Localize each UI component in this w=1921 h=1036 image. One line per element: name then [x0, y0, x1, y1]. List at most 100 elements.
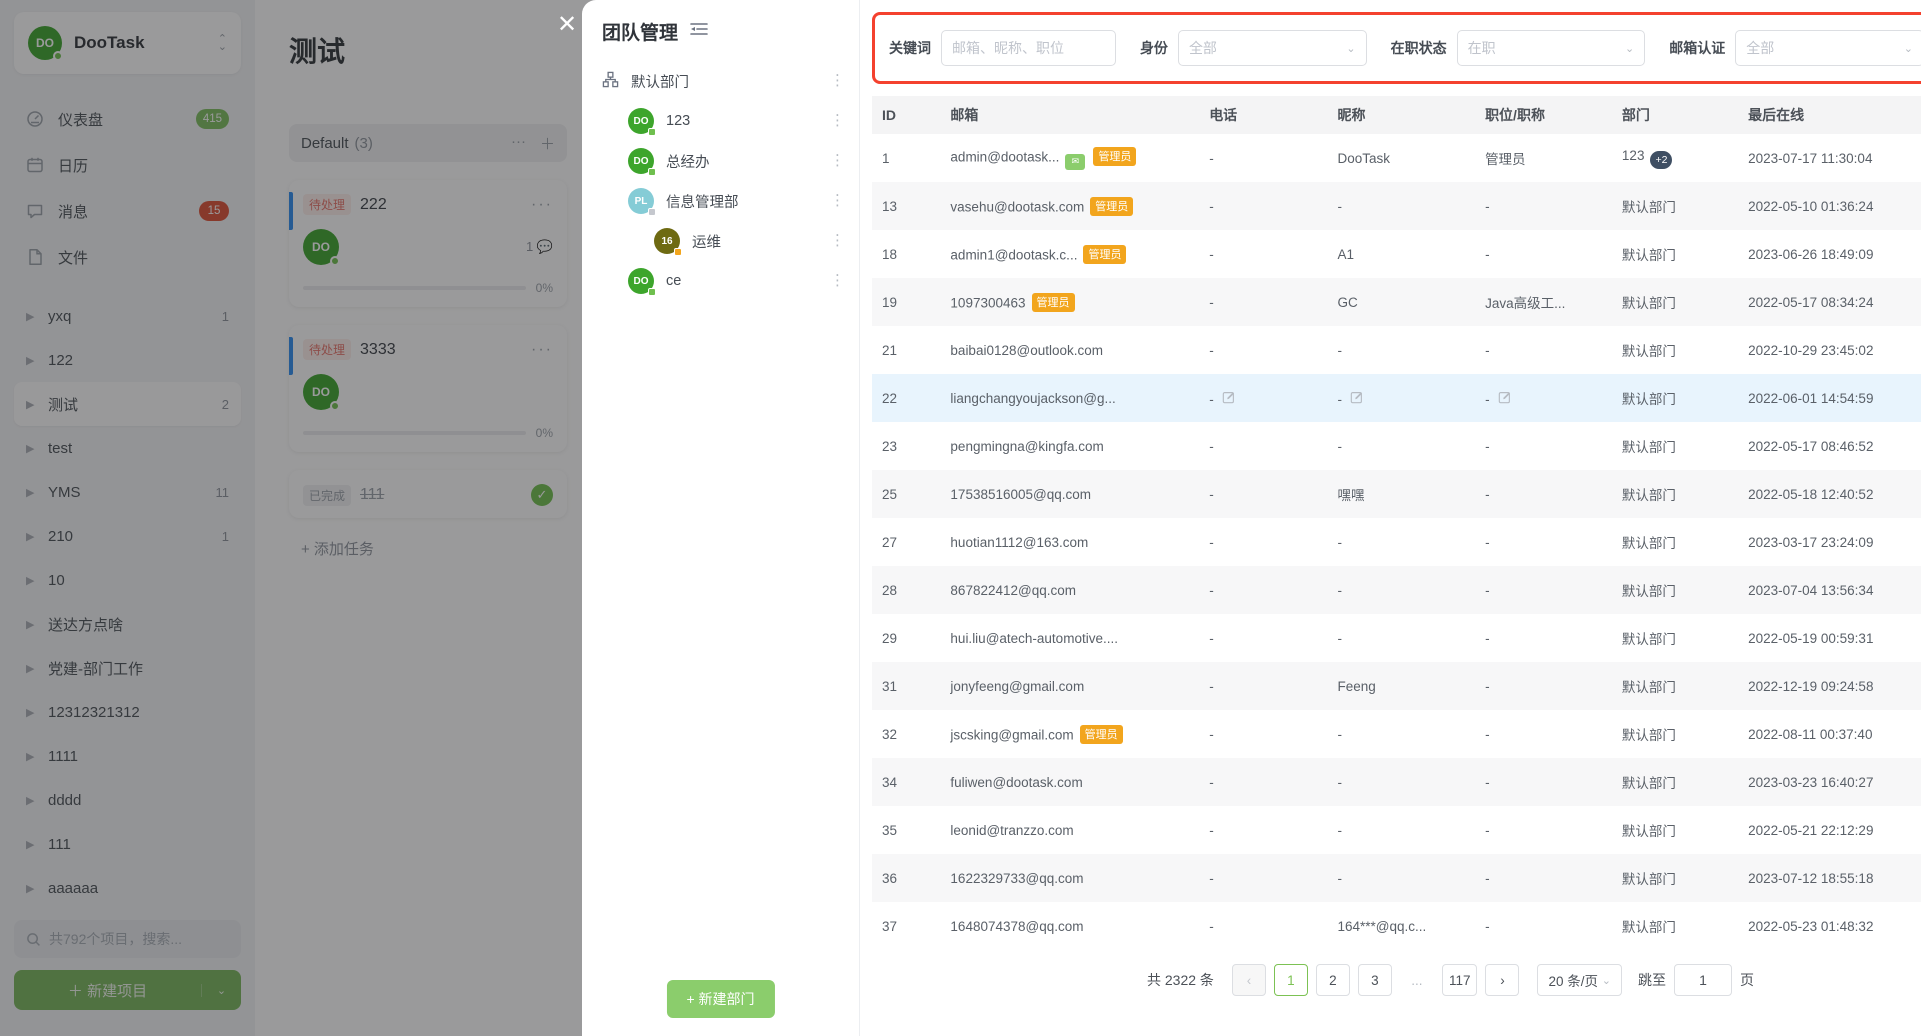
- page-button-1[interactable]: 1: [1274, 964, 1308, 996]
- department-panel: 团队管理 默认部门⋮DO123⋮DO总经办⋮PL信息管理部⋮16运维⋮DOce⋮…: [582, 0, 860, 1036]
- department-tree-item[interactable]: DO 123 ⋮: [582, 101, 859, 141]
- cell-email: 1648074378@qq.com: [940, 902, 1199, 950]
- identity-select[interactable]: 全部⌄: [1178, 30, 1367, 66]
- table-row[interactable]: 34fuliwen@dootask.com---默认部门2023-03-23 1…: [872, 758, 1921, 806]
- close-icon[interactable]: ✕: [551, 8, 583, 40]
- cell-nick: -: [1328, 374, 1476, 422]
- cell-last-online: 2023-03-23 16:40:27: [1738, 758, 1921, 806]
- cell-dept: 默认部门: [1612, 662, 1738, 710]
- cell-title: -: [1475, 710, 1612, 758]
- status-dot: [648, 128, 656, 136]
- page-ellipsis: ...: [1400, 964, 1434, 996]
- chevron-down-icon: ⌄: [1625, 42, 1634, 55]
- jump-label: 跳至: [1638, 970, 1666, 990]
- page-size-select[interactable]: 20 条/页 ⌄: [1537, 964, 1622, 996]
- cell-nick: -: [1328, 854, 1476, 902]
- chevron-down-icon: ⌄: [1904, 42, 1913, 55]
- column-header-1: ID: [872, 96, 940, 134]
- collapse-menu-icon[interactable]: [690, 22, 708, 41]
- cell-phone: -: [1199, 422, 1327, 470]
- table-row[interactable]: 1admin@dootask...✉管理员-DooTask管理员123+2202…: [872, 134, 1921, 182]
- edit-icon[interactable]: [1222, 392, 1236, 407]
- cell-nick: A1: [1328, 230, 1476, 278]
- cell-email: baibai0128@outlook.com: [940, 326, 1199, 374]
- table-row[interactable]: 32jscsking@gmail.com管理员---默认部门2022-08-11…: [872, 710, 1921, 758]
- dept-extra-badge[interactable]: +2: [1650, 151, 1672, 169]
- cell-last-online: 2022-05-19 00:59:31: [1738, 614, 1921, 662]
- cell-dept: 默认部门: [1612, 422, 1738, 470]
- department-tree-item[interactable]: 16运维⋮: [582, 221, 859, 261]
- cell-last-online: 2022-05-21 22:12:29: [1738, 806, 1921, 854]
- cell-email: fuliwen@dootask.com: [940, 758, 1199, 806]
- cell-title: -: [1475, 230, 1612, 278]
- more-vertical-icon[interactable]: ⋮: [830, 118, 845, 124]
- email-verify-select[interactable]: 全部⌄: [1735, 30, 1921, 66]
- cell-title: 管理员: [1475, 134, 1612, 182]
- cell-title: -: [1475, 806, 1612, 854]
- edit-icon[interactable]: [1350, 392, 1364, 407]
- cell-id: 18: [872, 230, 940, 278]
- employment-status-label: 在职状态: [1391, 38, 1447, 58]
- admin-badge: 管理员: [1090, 197, 1133, 216]
- cell-phone: -: [1199, 758, 1327, 806]
- column-header-5: 职位/职称: [1475, 96, 1612, 134]
- table-row[interactable]: 23pengmingna@kingfa.com---默认部门2022-05-17…: [872, 422, 1921, 470]
- cell-id: 27: [872, 518, 940, 566]
- department-avatar: DO: [628, 108, 654, 134]
- status-dot: [648, 168, 656, 176]
- page-button-2[interactable]: 2: [1316, 964, 1350, 996]
- jump-page-input[interactable]: 1: [1674, 964, 1732, 996]
- more-vertical-icon[interactable]: ⋮: [830, 78, 845, 84]
- department-tree-item[interactable]: 默认部门 ⋮: [582, 61, 859, 101]
- keyword-placeholder: 邮箱、昵称、职位: [952, 38, 1064, 58]
- next-page-button[interactable]: ›: [1485, 964, 1519, 996]
- more-vertical-icon[interactable]: ⋮: [830, 238, 845, 244]
- department-tree-item[interactable]: DO总经办⋮: [582, 141, 859, 181]
- status-dot: [648, 288, 656, 296]
- column-header-6: 部门: [1612, 96, 1738, 134]
- table-row[interactable]: 191097300463管理员-GCJava高级工...默认部门2022-05-…: [872, 278, 1921, 326]
- department-label: 123: [666, 113, 690, 129]
- table-row[interactable]: 35leonid@tranzzo.com---默认部门2022-05-21 22…: [872, 806, 1921, 854]
- table-row[interactable]: 28867822412@qq.com---默认部门2023-07-04 13:5…: [872, 566, 1921, 614]
- pagination-total: 共 2322 条: [1147, 970, 1214, 990]
- table-row[interactable]: 361622329733@qq.com---默认部门2023-07-12 18:…: [872, 854, 1921, 902]
- table-row[interactable]: 371648074378@qq.com-164***@qq.c...-默认部门2…: [872, 902, 1921, 950]
- table-row[interactable]: 22liangchangyoujackson@g...---默认部门2022-0…: [872, 374, 1921, 422]
- cell-phone: -: [1199, 806, 1327, 854]
- cell-phone: -: [1199, 566, 1327, 614]
- cell-nick: -: [1328, 710, 1476, 758]
- table-row[interactable]: 13vasehu@dootask.com管理员---默认部门2022-05-10…: [872, 182, 1921, 230]
- cell-phone: -: [1199, 854, 1327, 902]
- cell-phone: -: [1199, 902, 1327, 950]
- table-row[interactable]: 31jonyfeeng@gmail.com-Feeng-默认部门2022-12-…: [872, 662, 1921, 710]
- page-button-3[interactable]: 3: [1358, 964, 1392, 996]
- department-tree-item[interactable]: DOce⋮: [582, 261, 859, 301]
- prev-page-button[interactable]: ‹: [1232, 964, 1266, 996]
- cell-phone: -: [1199, 614, 1327, 662]
- table-row[interactable]: 21baibai0128@outlook.com---默认部门2022-10-2…: [872, 326, 1921, 374]
- page-button-117[interactable]: 117: [1442, 964, 1478, 996]
- table-row[interactable]: 2517538516005@qq.com-嘿嘿-默认部门2022-05-18 1…: [872, 470, 1921, 518]
- cell-title: -: [1475, 902, 1612, 950]
- pagination-bar: 共 2322 条 ‹ 123...117 › 20 条/页 ⌄ 跳至 1 页: [872, 964, 1921, 996]
- department-label: ce: [666, 273, 681, 289]
- edit-icon[interactable]: [1498, 392, 1512, 407]
- department-label: 默认部门: [631, 71, 689, 92]
- cell-dept: 默认部门: [1612, 758, 1738, 806]
- keyword-input[interactable]: 邮箱、昵称、职位: [941, 30, 1116, 66]
- cell-nick: -: [1328, 614, 1476, 662]
- cell-nick: 164***@qq.c...: [1328, 902, 1476, 950]
- more-vertical-icon[interactable]: ⋮: [830, 198, 845, 204]
- employment-status-select[interactable]: 在职⌄: [1457, 30, 1646, 66]
- cell-id: 25: [872, 470, 940, 518]
- more-vertical-icon[interactable]: ⋮: [830, 278, 845, 284]
- department-tree-item[interactable]: PL信息管理部⋮: [582, 181, 859, 221]
- table-row[interactable]: 18admin1@dootask.c...管理员-A1-默认部门2023-06-…: [872, 230, 1921, 278]
- cell-title: -: [1475, 662, 1612, 710]
- new-department-button[interactable]: + 新建部门: [666, 980, 774, 1018]
- more-vertical-icon[interactable]: ⋮: [830, 158, 845, 164]
- table-row[interactable]: 29hui.liu@atech-automotive....---默认部门202…: [872, 614, 1921, 662]
- cell-title: -: [1475, 470, 1612, 518]
- table-row[interactable]: 27huotian1112@163.com---默认部门2023-03-17 2…: [872, 518, 1921, 566]
